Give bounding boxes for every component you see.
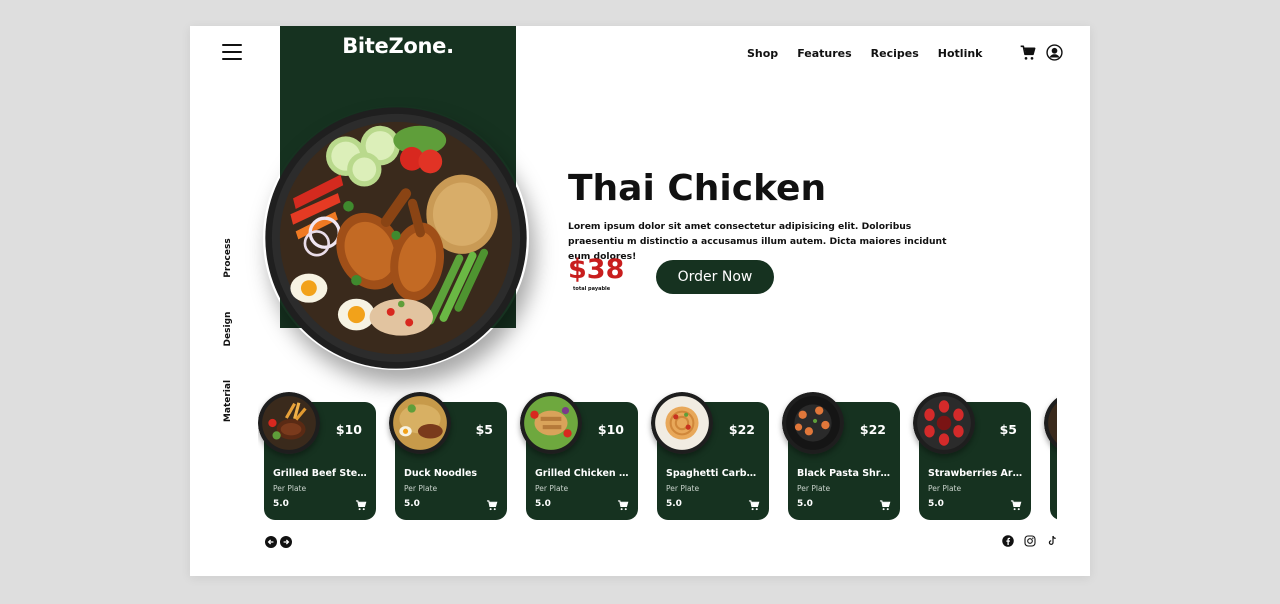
instagram-icon[interactable] (1024, 535, 1036, 547)
product-name: Black Pasta Shrimp (797, 468, 892, 479)
nav-item-shop[interactable]: Shop (747, 47, 778, 60)
product-card-strawberries-arnott[interactable]: $5 Strawberries Arnott Per Plate 5.0 (913, 392, 1031, 520)
hero-title: Thai Chicken (568, 168, 827, 209)
product-card-grilled-chicken-salad[interactable]: $10 Grilled Chicken Salad Per Plate 5.0 (520, 392, 638, 520)
hero-description: Lorem ipsum dolor sit amet consectetur a… (568, 221, 947, 262)
product-name: Grilled Beef Steak (273, 468, 368, 479)
product-unit: Per Plate (273, 484, 307, 493)
nav-item-recipes[interactable]: Recipes (871, 47, 919, 60)
product-image (389, 392, 451, 454)
product-rating: 5.0 (404, 499, 420, 509)
product-rating: 5.0 (928, 499, 944, 509)
product-card-grilled-beef-steak[interactable]: $10 Grilled Beef Steak Per Plate 5.0 (258, 392, 376, 520)
product-image (782, 392, 844, 454)
product-name: Duck Noodles (404, 468, 478, 479)
nav-item-features[interactable]: Features (797, 47, 851, 60)
product-price: $10 (597, 422, 624, 437)
arrow-right-icon[interactable] (280, 536, 292, 548)
product-price: $5 (475, 422, 493, 437)
product-price: $10 (335, 422, 362, 437)
facebook-icon[interactable] (1002, 535, 1014, 547)
product-price: $5 (999, 422, 1017, 437)
product-name: Grilled Chicken Salad (535, 468, 630, 479)
carousel-controls (265, 536, 292, 548)
product-card-partial[interactable] (1044, 392, 1057, 520)
product-image (913, 392, 975, 454)
product-image (520, 392, 582, 454)
thai-chicken-plate-image (265, 107, 527, 369)
product-card-black-pasta-shrimp[interactable]: $22 Black Pasta Shrimp Per Plate 5.0 (782, 392, 900, 520)
product-rating: 5.0 (666, 499, 682, 509)
tiktok-icon[interactable] (1046, 535, 1058, 547)
add-to-cart-icon[interactable] (1010, 500, 1022, 511)
hamburger-menu-icon[interactable] (222, 43, 244, 61)
product-unit: Per Plate (666, 484, 700, 493)
side-nav-material[interactable]: Material (223, 380, 233, 422)
product-rating: 5.0 (797, 499, 813, 509)
add-to-cart-icon[interactable] (748, 500, 760, 511)
product-price: $22 (859, 422, 886, 437)
product-rating: 5.0 (535, 499, 551, 509)
arrow-left-icon[interactable] (265, 536, 277, 548)
hero-price: $38 (568, 254, 625, 285)
product-unit: Per Plate (535, 484, 569, 493)
add-to-cart-icon[interactable] (486, 500, 498, 511)
social-links (1002, 535, 1058, 547)
product-name: Strawberries Arnott (928, 468, 1023, 479)
product-unit: Per Plate (797, 484, 831, 493)
side-nav-design[interactable]: Design (223, 312, 233, 347)
product-name: Spaghetti Carbonara (666, 468, 761, 479)
landing-card: BiteZone. Shop Features Recipes Hotlink … (190, 26, 1090, 576)
order-now-button[interactable]: Order Now (656, 260, 774, 294)
product-price: $22 (728, 422, 755, 437)
top-nav: Shop Features Recipes Hotlink (747, 47, 983, 60)
add-to-cart-icon[interactable] (355, 500, 367, 511)
product-rating: 5.0 (273, 499, 289, 509)
brand-logo[interactable]: BiteZone. (280, 34, 516, 58)
product-image (258, 392, 320, 454)
side-nav-process[interactable]: Process (223, 238, 233, 277)
product-unit: Per Plate (928, 484, 962, 493)
product-unit: Per Plate (404, 484, 438, 493)
add-to-cart-icon[interactable] (879, 500, 891, 511)
nav-item-hotlink[interactable]: Hotlink (938, 47, 983, 60)
product-card-duck-noodles[interactable]: $5 Duck Noodles Per Plate 5.0 (389, 392, 507, 520)
side-nav: Process Design Material (218, 226, 238, 436)
hero-price-caption: total payable (573, 286, 611, 292)
user-icon[interactable] (1046, 44, 1063, 61)
add-to-cart-icon[interactable] (617, 500, 629, 511)
product-image (651, 392, 713, 454)
cart-icon[interactable] (1020, 45, 1036, 61)
product-carousel: $10 Grilled Beef Steak Per Plate 5.0 $5 … (258, 392, 1057, 522)
product-card-spaghetti-carbonara[interactable]: $22 Spaghetti Carbonara Per Plate 5.0 (651, 392, 769, 520)
